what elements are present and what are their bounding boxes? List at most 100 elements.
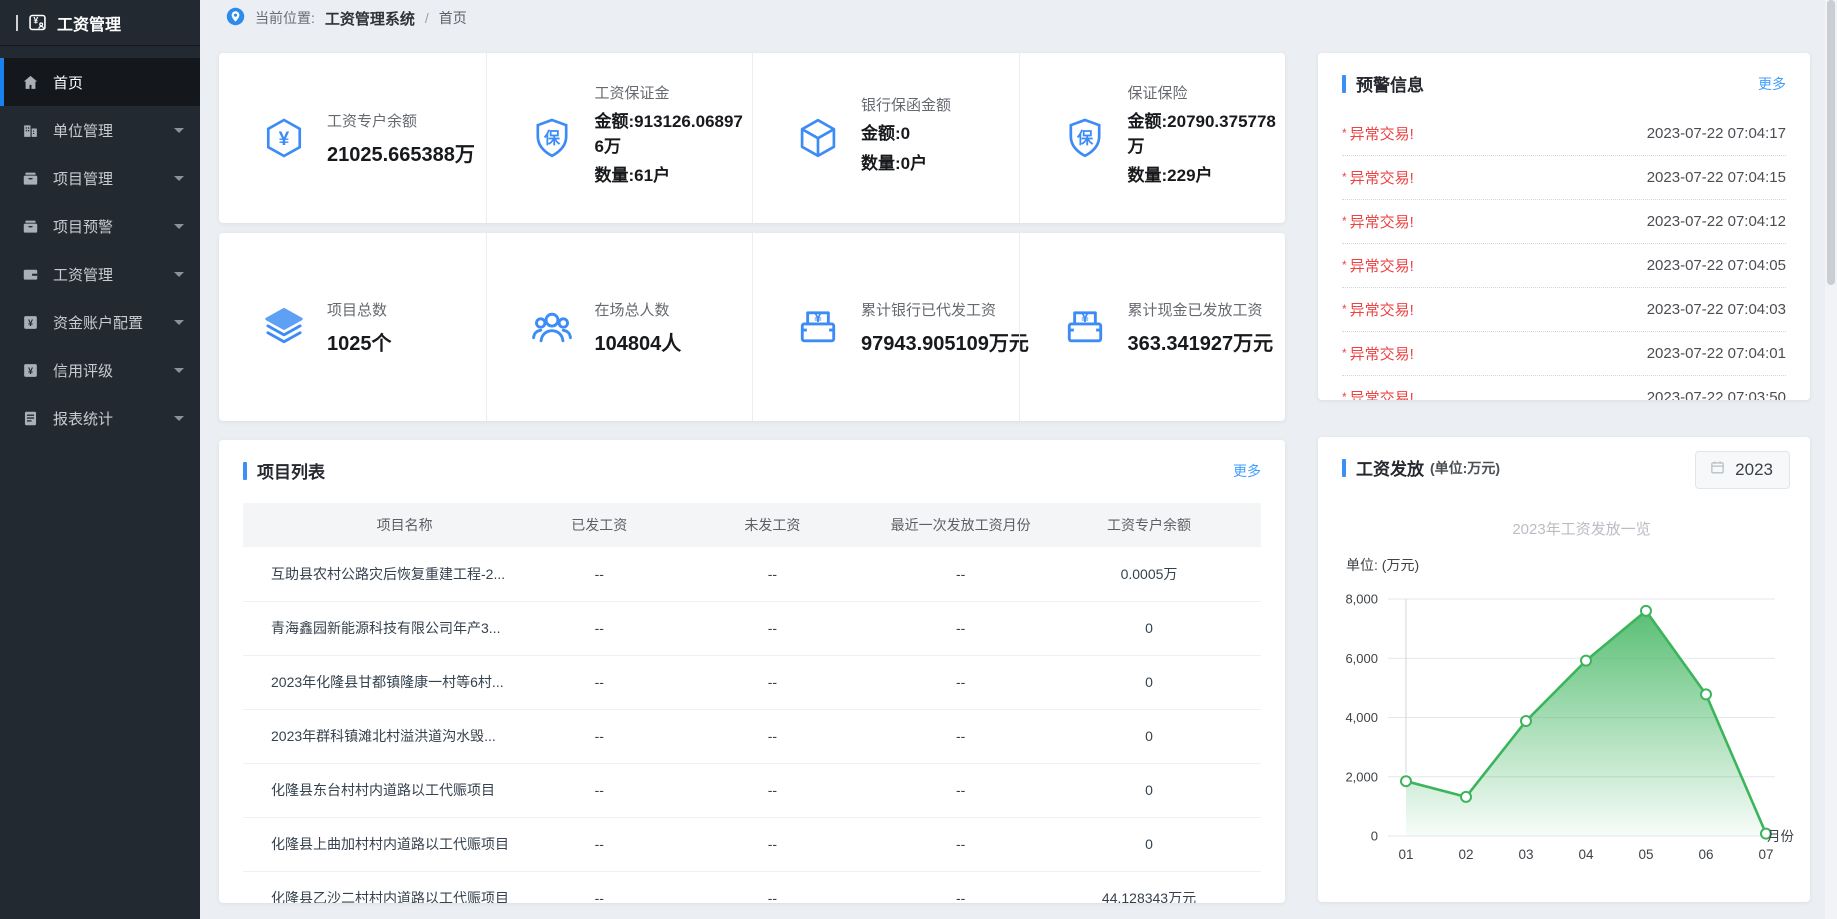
table-row[interactable]: 2023年化隆县甘都镇隆康一村等6村...------0 <box>243 655 1261 709</box>
last-payment-month-cell: -- <box>884 655 1037 709</box>
project-name-cell[interactable]: 2023年化隆县甘都镇隆康一村等6村... <box>243 655 538 709</box>
wallet-icon <box>21 265 40 284</box>
y-tick-label: 2,000 <box>1345 769 1378 784</box>
warning-item[interactable]: *异常交易!2023-07-22 07:04:12 <box>1342 200 1786 244</box>
sidebar-item-label: 单位管理 <box>53 120 161 141</box>
warning-item[interactable]: *异常交易!2023-07-22 07:04:05 <box>1342 244 1786 288</box>
year-selector[interactable]: 2023 <box>1695 451 1790 489</box>
paid-salary-cell: -- <box>538 655 660 709</box>
unpaid-salary-cell: -- <box>660 817 884 871</box>
warning-timestamp: 2023-07-22 07:04:17 <box>1647 125 1786 142</box>
stat-label: 在场总人数 <box>595 299 682 320</box>
data-point-marker <box>1521 716 1531 726</box>
column-header: 最近一次发放工资月份 <box>884 503 1037 547</box>
project-list-more-link[interactable]: 更多 <box>1233 461 1261 481</box>
salary-chart-unit: (单位:万元) <box>1430 458 1500 478</box>
title-accent-bar <box>243 462 247 480</box>
x-axis-title: 月份 <box>1767 829 1795 844</box>
sidebar-item-unit-management[interactable]: 单位管理 <box>0 106 200 154</box>
project-name-cell[interactable]: 2023年群科镇滩北村溢洪道沟水毁... <box>243 709 538 763</box>
svg-text:¥: ¥ <box>814 310 822 326</box>
chevron-down-icon <box>174 176 184 181</box>
title-accent-bar <box>1342 459 1346 477</box>
warning-item[interactable]: *异常交易!2023-07-22 07:04:01 <box>1342 332 1786 376</box>
account-balance-cell: 0 <box>1037 601 1261 655</box>
shield-bao-icon: 保 <box>529 115 575 161</box>
table-row[interactable]: 2023年群科镇滩北村溢洪道沟水毁...------0 <box>243 709 1261 763</box>
column-header: 未发工资 <box>660 503 884 547</box>
sidebar-item-project-management[interactable]: 项目管理 <box>0 154 200 202</box>
breadcrumb-separator: / <box>425 10 429 26</box>
stat-value: 21025.665388万 <box>327 138 475 167</box>
warning-panel-title: 预警信息 <box>1356 71 1424 96</box>
chevron-down-icon <box>174 272 184 277</box>
sidebar-item-home[interactable]: 首页 <box>0 58 200 106</box>
stat-label: 项目总数 <box>327 299 392 320</box>
warning-item[interactable]: *异常交易!2023-07-22 07:04:17 <box>1342 112 1786 156</box>
cashbox-icon: ¥ <box>1062 304 1108 350</box>
sidebar-item-project-alert[interactable]: 项目预警 <box>0 202 200 250</box>
sidebar-item-salary-management[interactable]: 工资管理 <box>0 250 200 298</box>
project-table: 项目名称已发工资未发工资最近一次发放工资月份工资专户余额 互助县农村公路灾后恢复… <box>243 503 1261 903</box>
unpaid-salary-cell: -- <box>660 655 884 709</box>
sidebar-item-label: 项目预警 <box>53 216 161 237</box>
last-payment-month-cell: -- <box>884 871 1037 903</box>
stat-value: 数量:229户 <box>1128 164 1286 189</box>
project-list-panel: 项目列表 更多 项目名称已发工资未发工资最近一次发放工资月份工资专户余额 互助县… <box>219 440 1285 903</box>
breadcrumb-root[interactable]: 工资管理系统 <box>325 8 415 29</box>
stat-label: 保证保险 <box>1128 82 1286 103</box>
table-row[interactable]: 青海鑫园新能源科技有限公司年产3...------0 <box>243 601 1261 655</box>
sidebar-item-report-statistics[interactable]: 报表统计 <box>0 394 200 442</box>
unpaid-salary-cell: -- <box>660 601 884 655</box>
account-balance-cell: 0.0005万 <box>1037 547 1261 601</box>
last-payment-month-cell: -- <box>884 763 1037 817</box>
x-tick-label: 02 <box>1458 847 1473 862</box>
stat-card: ¥工资专户余额21025.665388万 <box>219 53 486 223</box>
sidebar-item-credit-rating[interactable]: ¥信用评级 <box>0 346 200 394</box>
dashboard-content: ¥工资专户余额21025.665388万保工资保证金金额:913126.0689… <box>200 36 1837 903</box>
paid-salary-cell: -- <box>538 763 660 817</box>
last-payment-month-cell: -- <box>884 547 1037 601</box>
warning-text: *异常交易! <box>1342 255 1414 276</box>
warning-item[interactable]: *异常交易!2023-07-22 07:04:15 <box>1342 156 1786 200</box>
sidebar-menu: 首页单位管理项目管理项目预警工资管理¥资金账户配置¥信用评级报表统计 <box>0 46 200 442</box>
y-tick-label: 4,000 <box>1345 710 1378 725</box>
project-name-cell[interactable]: 互助县农村公路灾后恢复重建工程-2... <box>243 547 538 601</box>
title-accent-bar <box>1342 75 1346 93</box>
sidebar-item-fund-account-config[interactable]: ¥资金账户配置 <box>0 298 200 346</box>
table-row[interactable]: 互助县农村公路灾后恢复重建工程-2...------0.0005万 <box>243 547 1261 601</box>
stats-panel-funds: ¥工资专户余额21025.665388万保工资保证金金额:913126.0689… <box>219 53 1285 223</box>
stat-value: 金额:0 <box>861 122 951 147</box>
users-icon <box>529 304 575 350</box>
report-icon <box>21 409 40 428</box>
stat-label: 工资保证金 <box>595 82 753 103</box>
column-header: 工资专户余额 <box>1037 503 1261 547</box>
warning-text: *异常交易! <box>1342 211 1414 232</box>
x-tick-label: 06 <box>1698 847 1713 862</box>
warning-item[interactable]: *异常交易!2023-07-22 07:04:03 <box>1342 288 1786 332</box>
table-row[interactable]: 化隆县乙沙二村村内道路以工代赈项目------44.128343万元 <box>243 871 1261 903</box>
location-pin-icon <box>226 7 245 29</box>
warning-item[interactable]: *异常交易!2023-07-22 07:03:50 <box>1342 376 1786 400</box>
sidebar-item-label: 资金账户配置 <box>53 312 161 333</box>
yuan-box-icon: ¥ <box>21 361 40 380</box>
project-name-cell[interactable]: 化隆县东台村村内道路以工代赈项目 <box>243 763 538 817</box>
column-header: 项目名称 <box>243 503 538 547</box>
stat-value: 数量:61户 <box>595 164 753 189</box>
warning-more-link[interactable]: 更多 <box>1758 74 1786 94</box>
app-title: 工资管理 <box>57 11 121 35</box>
unpaid-salary-cell: -- <box>660 547 884 601</box>
project-name-cell[interactable]: 化隆县乙沙二村村内道路以工代赈项目 <box>243 871 538 903</box>
table-row[interactable]: 化隆县东台村村内道路以工代赈项目------0 <box>243 763 1261 817</box>
project-name-cell[interactable]: 青海鑫园新能源科技有限公司年产3... <box>243 601 538 655</box>
alert-dot-icon: * <box>1342 170 1347 184</box>
x-tick-label: 05 <box>1638 847 1653 862</box>
scrollbar-thumb[interactable] <box>1827 0 1835 285</box>
warning-timestamp: 2023-07-22 07:04:01 <box>1647 345 1786 362</box>
data-point-marker <box>1461 792 1471 802</box>
stat-label: 工资专户余额 <box>327 110 475 131</box>
project-name-cell[interactable]: 化隆县上曲加村村内道路以工代赈项目 <box>243 817 538 871</box>
x-tick-label: 03 <box>1518 847 1533 862</box>
alert-dot-icon: * <box>1342 302 1347 316</box>
table-row[interactable]: 化隆县上曲加村村内道路以工代赈项目------0 <box>243 817 1261 871</box>
